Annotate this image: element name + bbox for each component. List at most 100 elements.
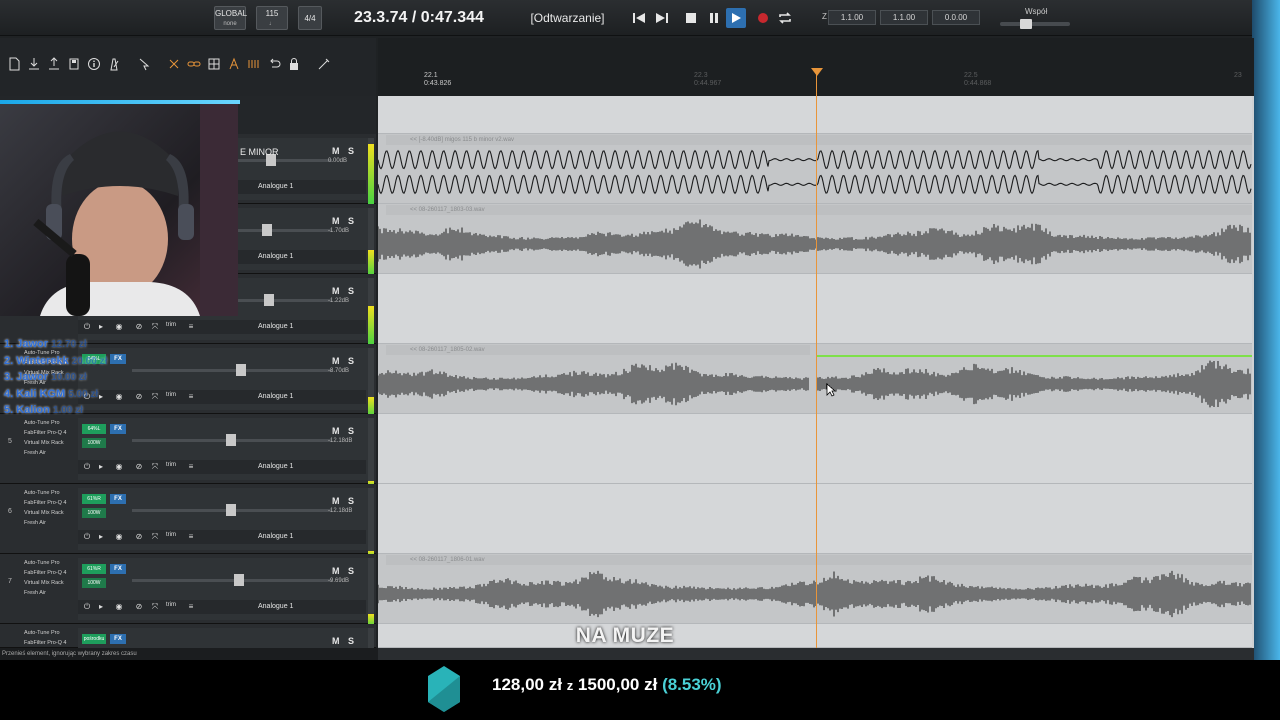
output-label[interactable]: Analogue 1	[258, 183, 293, 190]
phase-icon[interactable]: ⊘	[134, 602, 144, 612]
track-fx-list[interactable]: Auto-Tune Pro FabFilter Pro-Q 4	[24, 628, 76, 648]
record-button[interactable]	[753, 8, 773, 28]
stop-button[interactable]	[681, 8, 701, 28]
value-box-3[interactable]: 0.0.00	[932, 10, 980, 25]
power-icon[interactable]: ⏻	[82, 462, 92, 472]
plugin-badge[interactable]: 100W	[82, 578, 106, 588]
input-monitor-icon[interactable]: ▸	[96, 532, 106, 542]
plugin-badge[interactable]: 61%R	[82, 494, 106, 504]
loop-button[interactable]	[775, 8, 795, 28]
fx-chain-icon[interactable]: ≡	[186, 392, 196, 402]
playhead-marker[interactable]	[811, 68, 823, 76]
track-header[interactable]: 5 Auto-Tune Pro FabFilter Pro-Q 4 Virtual M…	[0, 414, 376, 484]
mute-button[interactable]: M	[332, 496, 340, 506]
output-label[interactable]: Analogue 1	[258, 253, 293, 260]
mute-button[interactable]: M	[332, 566, 340, 576]
output-label[interactable]: Analogue 1	[258, 323, 293, 330]
save-icon[interactable]	[66, 56, 82, 72]
mute-button[interactable]: M	[332, 286, 340, 296]
power-icon[interactable]: ⏻	[82, 602, 92, 612]
fx-button[interactable]: FX	[110, 424, 126, 434]
volume-fader-knob[interactable]	[226, 434, 236, 446]
plugin-badge[interactable]: 64%L	[82, 424, 106, 434]
link-icon[interactable]	[186, 56, 202, 72]
mute-button[interactable]: M	[332, 146, 340, 156]
info-icon[interactable]	[86, 56, 102, 72]
mute-button[interactable]: M	[332, 356, 340, 366]
plugin-badge[interactable]: pośrodku	[82, 634, 106, 644]
track-fx-list[interactable]: Auto-Tune Pro FabFilter Pro-Q 4 Virtual Mi…	[24, 558, 76, 598]
rewind-button[interactable]	[629, 8, 649, 28]
solo-button[interactable]: S	[348, 496, 354, 506]
automation-icon[interactable]: ⤧	[150, 462, 160, 472]
record-arm-icon[interactable]: ◉	[114, 462, 124, 472]
record-arm-icon[interactable]: ◉	[114, 532, 124, 542]
solo-button[interactable]: S	[348, 356, 354, 366]
track-fx-list[interactable]: Auto-Tune Pro FabFilter Pro-Q 4 Virtual Mi…	[24, 418, 76, 458]
undo-icon[interactable]	[266, 56, 282, 72]
record-arm-icon[interactable]: ◉	[114, 322, 124, 332]
volume-fader-knob[interactable]	[236, 364, 246, 376]
fx-item[interactable]: Auto-Tune Pro	[24, 488, 76, 498]
wspol-slider[interactable]	[1000, 22, 1070, 26]
ripple-icon[interactable]	[246, 56, 262, 72]
fx-item[interactable]: FabFilter Pro-Q 4	[24, 568, 76, 578]
tempo-box[interactable]: 115 ♩	[256, 6, 288, 30]
fx-item[interactable]: Virtual Mix Rack	[24, 508, 76, 518]
fx-item[interactable]: Virtual Mix Rack	[24, 578, 76, 588]
fx-item[interactable]: Fresh Air	[24, 518, 76, 528]
automation-icon[interactable]: ⤧	[150, 532, 160, 542]
track-header[interactable]: 7 Auto-Tune Pro FabFilter Pro-Q 4 Virtual M…	[0, 554, 376, 624]
volume-fader-knob[interactable]	[264, 294, 274, 306]
fx-chain-icon[interactable]: ≡	[186, 602, 196, 612]
export-icon[interactable]	[46, 56, 62, 72]
fx-chain-icon[interactable]: ≡	[186, 322, 196, 332]
automation-icon[interactable]: ⤧	[150, 602, 160, 612]
horizontal-scrollbar[interactable]	[378, 648, 1254, 660]
pointer-tool-icon[interactable]	[136, 56, 152, 72]
fx-button[interactable]: FX	[110, 494, 126, 504]
output-label[interactable]: Analogue 1	[258, 603, 293, 610]
fx-item[interactable]: Auto-Tune Pro	[24, 418, 76, 428]
play-button[interactable]	[726, 8, 746, 28]
fx-item[interactable]: Fresh Air	[24, 588, 76, 598]
solo-button[interactable]: S	[348, 566, 354, 576]
power-icon[interactable]: ⏻	[82, 532, 92, 542]
input-monitor-icon[interactable]: ▸	[96, 322, 106, 332]
snap-icon[interactable]	[226, 56, 242, 72]
output-label[interactable]: Analogue 1	[258, 393, 293, 400]
phase-icon[interactable]: ⊘	[134, 322, 144, 332]
track-fx-list[interactable]: Auto-Tune Pro FabFilter Pro-Q 4 Virtual Mi…	[24, 488, 76, 528]
fx-item[interactable]: Fresh Air	[24, 448, 76, 458]
wspol-slider-knob[interactable]	[1020, 19, 1032, 29]
track-header[interactable]: Auto-Tune Pro FabFilter Pro-Q 4 pośrodku FX…	[0, 624, 376, 648]
trim-label[interactable]: trim	[166, 602, 176, 608]
meter-box[interactable]: 4/4	[298, 6, 322, 30]
trim-label[interactable]: trim	[166, 322, 176, 328]
forward-button[interactable]	[652, 8, 672, 28]
plugin-badge[interactable]: 100W	[82, 508, 106, 518]
trim-label[interactable]: trim	[166, 532, 176, 538]
fx-button[interactable]: FX	[110, 634, 126, 644]
fx-item[interactable]: Virtual Mix Rack	[24, 438, 76, 448]
solo-button[interactable]: S	[348, 146, 354, 156]
fx-item[interactable]: FabFilter Pro-Q 4	[24, 638, 76, 648]
input-monitor-icon[interactable]: ▸	[96, 602, 106, 612]
fx-chain-icon[interactable]: ≡	[186, 532, 196, 542]
solo-button[interactable]: S	[348, 216, 354, 226]
fx-item[interactable]: Auto-Tune Pro	[24, 558, 76, 568]
plugin-badge[interactable]: 100W	[82, 438, 106, 448]
playhead[interactable]	[816, 70, 817, 648]
new-file-icon[interactable]	[6, 56, 22, 72]
solo-button[interactable]: S	[348, 286, 354, 296]
mute-button[interactable]: M	[332, 426, 340, 436]
lock-icon[interactable]	[286, 56, 302, 72]
track-header[interactable]: 6 Auto-Tune Pro FabFilter Pro-Q 4 Virtual M…	[0, 484, 376, 554]
plugin-badge[interactable]: 61%R	[82, 564, 106, 574]
value-box-2[interactable]: 1.1.00	[880, 10, 928, 25]
mute-button[interactable]: M	[332, 216, 340, 226]
fx-item[interactable]: FabFilter Pro-Q 4	[24, 428, 76, 438]
output-label[interactable]: Analogue 1	[258, 533, 293, 540]
solo-button[interactable]: S	[348, 426, 354, 436]
track-name[interactable]: E MINOR	[240, 147, 279, 157]
